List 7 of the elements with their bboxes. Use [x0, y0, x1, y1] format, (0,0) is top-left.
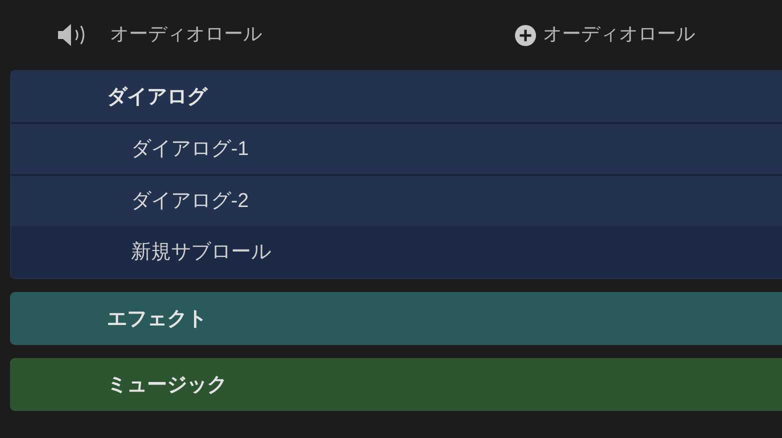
- column-label: オーディオロール: [110, 22, 262, 47]
- role-row[interactable]: エフェクト: [11, 293, 782, 344]
- new-subrole-row[interactable]: 新規サブロール: [11, 226, 782, 278]
- add-role-button[interactable]: オーディオロール: [514, 20, 695, 50]
- plus-icon: [514, 24, 537, 46]
- role-row[interactable]: ダイアログ: [11, 71, 782, 122]
- role-row[interactable]: ミュージック: [11, 359, 782, 410]
